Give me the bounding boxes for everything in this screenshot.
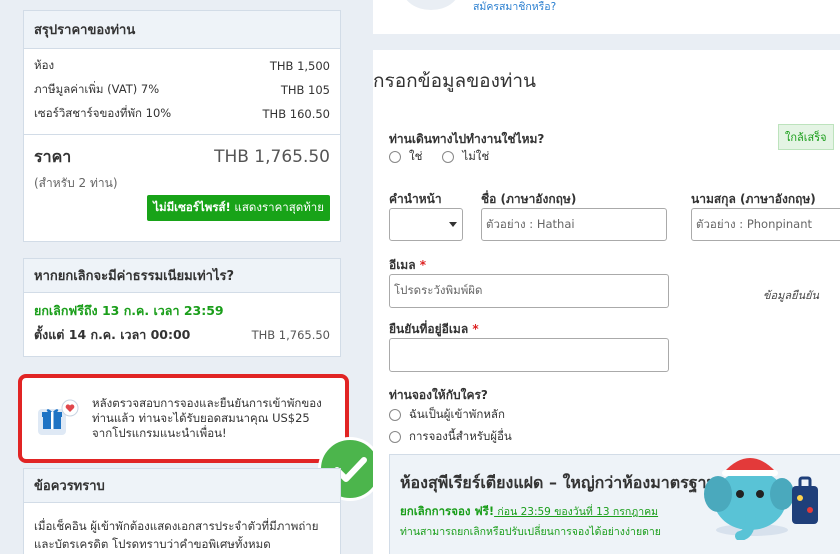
price-line-vat: ภาษีมูลค่าเพิ่ม (VAT) 7% THB 105 [24,78,340,102]
near-finish-badge: ใกล้เสร็จ [778,124,834,150]
email-label: อีเมล * [389,256,426,275]
radio-other-guest-label: การจองนี้สำหรับผู้อื่น [409,429,512,443]
prefix-select[interactable] [389,208,463,241]
free-cancel-detail[interactable]: ก่อน 23:59 ของวันที่ 13 กรกฎาคม [494,506,658,518]
price-line-value: THB 105 [280,83,330,97]
free-cancel-until: ยกเลิกฟรีถึง 13 ก.ค. เวลา 23:59 [34,303,224,318]
last-name-input[interactable]: ตัวอย่าง : Phonpinant [691,208,840,241]
business-trip-options: ใช่ ไม่ใช่ [389,148,489,166]
email-label-text: อีเมล [389,258,416,272]
signup-link[interactable]: สมัครสมาชิกหรือ? [473,0,556,15]
referral-promo-card: หลังตรวจสอบการจองและยืนยันการเข้าพักของท… [18,374,349,463]
radio-main-guest[interactable] [389,409,401,421]
price-line-service: เซอร์วิสชาร์จของที่พัก 10% THB 160.50 [24,102,340,126]
price-line-label: เซอร์วิสชาร์จของที่พัก 10% [34,106,172,120]
radio-other-guest[interactable] [389,431,401,443]
cancellation-card: หากยกเลิกจะมีค่าธรรมเนียมเท่าไร? ยกเลิกฟ… [23,258,341,357]
avatar [403,0,459,10]
gift-icon [36,399,80,439]
chevron-down-icon [449,221,457,227]
room-cancel-note: ท่านสามารถยกเลิกหรือปรับเปลี่ยนการจองได้… [400,526,661,538]
email-confirm-label: ยืนยันที่อยู่อีเมล * [389,320,479,339]
cancel-fee-row: ตั้งแต่ 14 ก.ค. เวลา 00:00 THB 1,765.50 [34,322,330,348]
radio-no[interactable] [442,151,455,163]
radio-yes[interactable] [389,151,401,163]
radio-main-guest-label: ฉันเป็นผู้เข้าพักหลัก [409,407,505,421]
booking-for-other[interactable]: การจองนี้สำหรับผู้อื่น [389,428,512,446]
price-total: ราคา THB 1,765.50 (สำหรับ 2 ท่าน) ไม่มีเ… [24,135,340,233]
booking-for-main[interactable]: ฉันเป็นผู้เข้าพักหลัก [389,406,505,424]
business-trip-question: ท่านเดินทางไปทำงานใช่ไหม? [389,132,545,146]
price-line-label: ภาษีมูลค่าเพิ่ม (VAT) 7% [34,82,160,96]
form-title: กรอกข้อมูลของท่าน [373,70,537,92]
elephant-mascot-icon [700,444,830,541]
booking-for-question: ท่านจองให้กับใคร? [389,388,488,402]
notes-text: เมื่อเช็คอิน ผู้เข้าพักต้องแสดงเอกสารประ… [34,519,319,551]
room-free-cancel: ยกเลิกการจอง ฟรี! ก่อน 23:59 ของวันที่ 1… [400,503,658,521]
promo-text: หลังตรวจสอบการจองและยืนยันการเข้าพักของท… [92,396,322,440]
email-hint: ข้อมูลยืนยัน [763,289,820,302]
email-confirm-input[interactable] [389,338,669,372]
total-value: THB 1,765.50 [214,147,330,167]
radio-no-label: ไม่ใช่ [462,149,490,163]
room-title: ห้องสุพีเรียร์เตียงแฝด – ใหญ่กว่าห้องมาต… [400,473,718,492]
radio-yes-label: ใช่ [409,149,423,163]
free-cancel-label: ยกเลิกการจอง ฟรี! [400,504,495,518]
cancel-fee-from: ตั้งแต่ 14 ก.ค. เวลา 00:00 [34,327,191,342]
cancellation-title: หากยกเลิกจะมีค่าธรรมเนียมเท่าไร? [24,259,340,293]
first-name-input[interactable]: ตัวอย่าง : Hathai [481,208,667,241]
first-name-label: ชื่อ (ภาษาอังกฤษ) [481,192,577,206]
price-summary-card: สรุปราคาของท่าน ห้อง THB 1,500 ภาษีมูลค่… [23,10,341,242]
notes-title: ข้อควรทราบ [24,469,340,503]
price-line-label: ห้อง [34,58,55,72]
notes-card: ข้อควรทราบ เมื่อเช็คอิน ผู้เข้าพักต้องแส… [23,468,341,554]
price-line-room: ห้อง THB 1,500 [24,54,340,78]
price-line-value: THB 160.50 [262,107,330,121]
email-input[interactable]: โปรดระวังพิมพ์ผิด [389,274,669,308]
badge-bold: ไม่มีเซอร์ไพรส์! [153,200,231,214]
price-summary-title: สรุปราคาของท่าน [24,11,340,49]
required-mark: * [419,258,427,272]
required-mark: * [472,322,479,336]
total-label: ราคา [34,147,72,166]
login-panel: สมัครสมาชิกหรือ? [373,0,840,34]
cancel-fee-value: THB 1,765.50 [251,328,330,342]
no-surprise-badge: ไม่มีเซอร์ไพรส์! แสดงราคาสุดท้าย [147,195,330,221]
total-guests: (สำหรับ 2 ท่าน) [34,176,118,190]
prefix-label: คำนำหน้า [389,192,442,206]
last-name-label: นามสกุล (ภาษาอังกฤษ) [691,192,816,206]
price-line-value: THB 1,500 [269,59,330,73]
email-confirm-label-text: ยืนยันที่อยู่อีเมล [389,322,469,336]
price-lines: ห้อง THB 1,500 ภาษีมูลค่าเพิ่ม (VAT) 7% … [24,49,340,135]
badge-text: แสดงราคาสุดท้าย [230,200,324,214]
